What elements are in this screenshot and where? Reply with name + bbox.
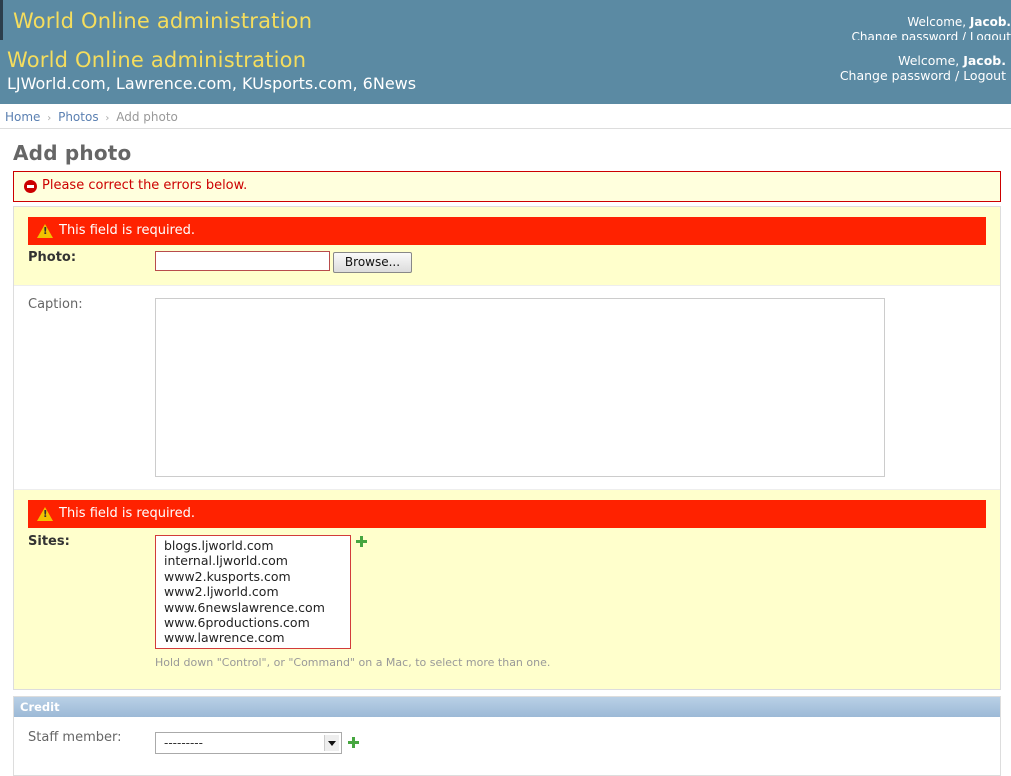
breadcrumb-separator: › (105, 113, 109, 124)
window-edge (0, 0, 3, 40)
sites-row: This field is required. Sites: blogs.ljw… (14, 490, 1000, 689)
sites-option[interactable]: internal.ljworld.com (164, 553, 350, 568)
ghost-username: Jacob. (970, 15, 1011, 29)
sites-option[interactable]: www2.ljworld.com (164, 584, 350, 599)
username: Jacob. (963, 53, 1006, 68)
breadcrumb-current: Add photo (116, 110, 178, 124)
welcome-text: Welcome, (898, 53, 959, 68)
photo-row: This field is required. Photo: Browse... (14, 207, 1000, 286)
sites-option[interactable]: www.lawrence.com (164, 630, 350, 645)
chevron-down-icon[interactable] (324, 735, 339, 751)
header: World Online administration LJWorld.com,… (0, 40, 1011, 104)
caption-row: Caption: (14, 286, 1000, 490)
ghost-user-links: Change password / Logout (852, 30, 1011, 40)
error-icon (24, 180, 37, 193)
breadcrumb: Home › Photos › Add photo (0, 105, 1011, 129)
logout-link[interactable]: Logout (963, 68, 1006, 83)
user-links: Change password / Logout (840, 68, 1006, 83)
sites-option[interactable]: blogs.ljworld.com (164, 538, 350, 553)
photo-error-text: This field is required. (59, 223, 195, 238)
ghost-welcome-text: Welcome, (907, 15, 966, 29)
breadcrumb-home[interactable]: Home (5, 110, 40, 124)
sites-error: This field is required. (28, 500, 986, 528)
sites-option[interactable]: www.6newslawrence.com (164, 600, 350, 615)
change-password-link[interactable]: Change password (840, 68, 951, 83)
error-note-text: Please correct the errors below. (42, 178, 247, 193)
ghost-header: World Online administration Welcome, Jac… (0, 0, 1011, 40)
ghost-welcome: Welcome, Jacob. (907, 15, 1011, 29)
breadcrumb-separator: › (47, 113, 51, 124)
ghost-site-title: World Online administration (13, 9, 312, 33)
add-site-plus-icon[interactable] (356, 536, 367, 547)
warning-icon (37, 507, 53, 521)
sites-option[interactable]: www2.kusports.com (164, 569, 350, 584)
warning-icon (37, 224, 53, 238)
staff-member-select[interactable]: --------- (155, 732, 342, 754)
browse-button[interactable]: Browse... (333, 252, 412, 273)
caption-textarea[interactable] (155, 298, 885, 477)
main-fieldset: This field is required. Photo: Browse...… (13, 206, 1001, 690)
welcome-line: Welcome, Jacob. (840, 53, 1006, 68)
staff-member-label: Staff member: (28, 730, 121, 745)
sites-multiselect[interactable]: blogs.ljworld.com internal.ljworld.com w… (155, 535, 351, 649)
page-title: Add photo (13, 141, 131, 165)
site-subtitle: LJWorld.com, Lawrence.com, KUsports.com,… (7, 74, 416, 93)
breadcrumb-photos[interactable]: Photos (58, 110, 98, 124)
photo-label: Photo: (28, 250, 76, 265)
link-separator: / (955, 68, 959, 83)
credit-fieldset: Credit Staff member: --------- (13, 696, 1001, 776)
user-tools: Welcome, Jacob. Change password / Logout (840, 53, 1006, 83)
staff-member-selected: --------- (164, 736, 203, 750)
add-staff-plus-icon[interactable] (348, 737, 359, 748)
photo-file-input[interactable] (155, 251, 330, 271)
sites-label: Sites: (28, 534, 70, 549)
site-title: World Online administration (7, 48, 306, 72)
sites-error-text: This field is required. (59, 506, 195, 521)
sites-help-text: Hold down "Control", or "Command" on a M… (155, 656, 550, 669)
caption-label: Caption: (28, 297, 83, 312)
photo-error: This field is required. (28, 217, 986, 245)
error-note: Please correct the errors below. (13, 171, 1001, 202)
sites-option[interactable]: www.6productions.com (164, 615, 350, 630)
credit-heading: Credit (14, 697, 1000, 717)
